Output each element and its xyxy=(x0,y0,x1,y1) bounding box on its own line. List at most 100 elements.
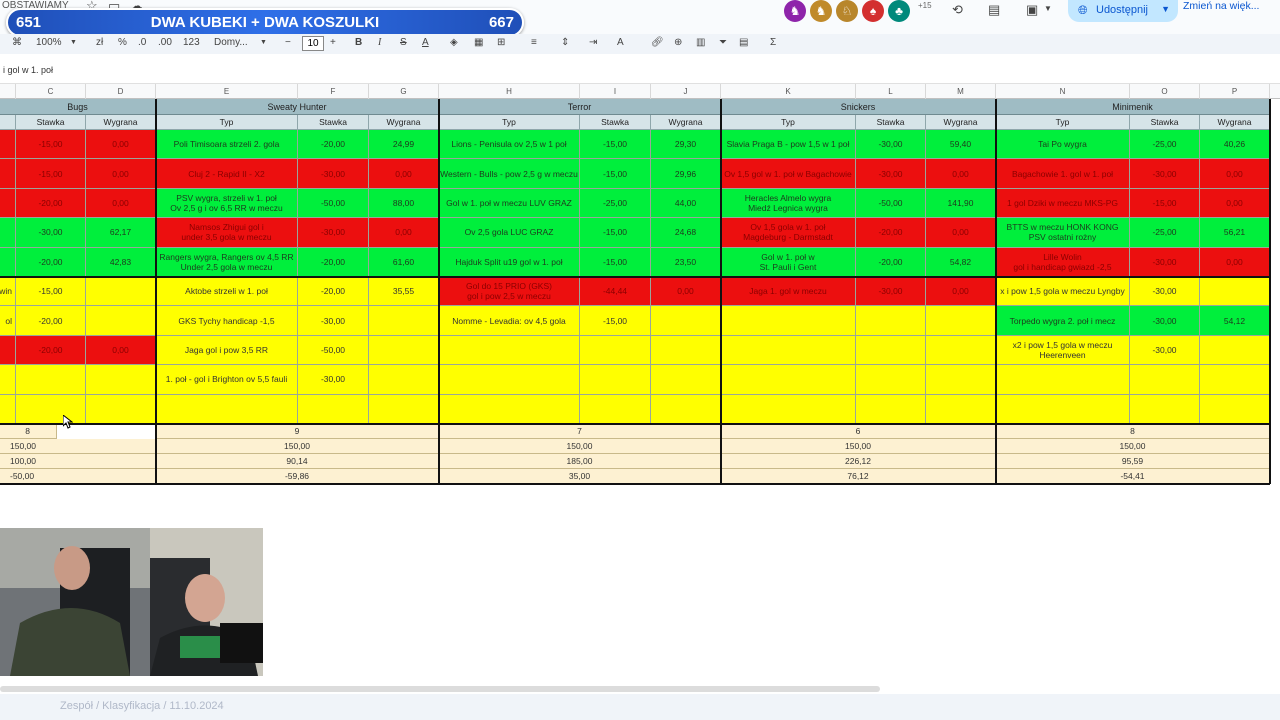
summary-counts-sweaty[interactable]: 9 xyxy=(156,424,439,439)
minimenik-wygrana-cell[interactable] xyxy=(1200,277,1270,307)
insert-comment-icon[interactable]: ⊕ xyxy=(674,37,682,48)
terror-stawka-cell[interactable] xyxy=(580,335,651,366)
terror-stawka-cell[interactable] xyxy=(580,365,651,395)
currency-icon[interactable]: zł xyxy=(96,37,103,48)
sub-header-stawka[interactable]: Stawka xyxy=(856,115,926,130)
chevron-down-icon[interactable]: ▼ xyxy=(1044,4,1052,13)
snickers-typ-cell[interactable]: Gol w 1. poł w St. Pauli i Gent xyxy=(721,247,856,277)
video-call-icon[interactable]: ▣ xyxy=(1026,2,1038,18)
insert-chart-icon[interactable]: ▥ xyxy=(696,37,705,48)
sweaty-wygrana-cell[interactable]: 88,00 xyxy=(369,188,439,219)
sweaty-wygrana-cell[interactable] xyxy=(369,306,439,336)
snickers-wygrana-cell[interactable] xyxy=(926,394,996,424)
terror-stawka-cell[interactable]: -15,00 xyxy=(580,306,651,336)
snickers-stawka-cell[interactable] xyxy=(856,394,926,424)
minimenik-stawka-cell[interactable]: -25,00 xyxy=(1130,130,1200,160)
chevron-down-icon[interactable]: ▼ xyxy=(260,39,267,46)
snickers-typ-cell[interactable] xyxy=(721,335,856,366)
minimenik-wygrana-cell[interactable]: 0,00 xyxy=(1200,159,1270,189)
sweaty-typ-cell[interactable]: 1. poł - gol i Brighton ov 5,5 fauli xyxy=(156,365,298,395)
summary-row-stake-bugs[interactable]: 150,00 xyxy=(0,439,156,454)
snickers-stawka-cell[interactable]: -30,00 xyxy=(856,130,926,160)
summary-row-won-bugs[interactable]: 100,00 xyxy=(0,454,156,469)
minimenik-wygrana-cell[interactable] xyxy=(1200,335,1270,366)
terror-wygrana-cell[interactable]: 23,50 xyxy=(651,247,721,277)
terror-wygrana-cell[interactable] xyxy=(651,335,721,366)
sub-header-typ[interactable]: Typ xyxy=(996,115,1130,130)
minimenik-typ-cell[interactable]: Torpedo wygra 2. poł i mecz xyxy=(996,306,1130,336)
snickers-typ-cell[interactable] xyxy=(721,394,856,424)
number-format-button[interactable]: 123 xyxy=(183,37,200,48)
sweaty-wygrana-cell[interactable]: 0,00 xyxy=(369,159,439,189)
sub-header-stawka[interactable]: Stawka xyxy=(298,115,369,130)
column-header-d[interactable]: D xyxy=(86,84,156,99)
bugs-stawka-cell[interactable]: -30,00 xyxy=(16,218,86,248)
column-header-c[interactable]: C xyxy=(16,84,86,99)
chevron-down-icon[interactable]: ▼ xyxy=(70,39,77,46)
bugs-typ-cell[interactable]: win xyxy=(0,277,16,307)
sweaty-typ-cell[interactable] xyxy=(156,394,298,424)
sweaty-wygrana-cell[interactable] xyxy=(369,335,439,366)
summary-row-won-minimenik[interactable]: 95,59 xyxy=(996,454,1270,469)
sweaty-wygrana-cell[interactable]: 35,55 xyxy=(369,277,439,307)
bugs-typ-cell[interactable] xyxy=(0,335,16,366)
sweaty-typ-cell[interactable]: PSV wygra, strzeli w 1. poł Ov 2,5 g i o… xyxy=(156,188,298,219)
paint-format-icon[interactable]: ⌘ xyxy=(12,37,22,48)
sweaty-stawka-cell[interactable]: -50,00 xyxy=(298,335,369,366)
sweaty-wygrana-cell[interactable] xyxy=(369,394,439,424)
snickers-wygrana-cell[interactable] xyxy=(926,365,996,395)
minimenik-typ-cell[interactable]: Bagachowie 1. gol w 1. poł xyxy=(996,159,1130,189)
snickers-typ-cell[interactable]: Jaga 1. gol w meczu xyxy=(721,277,856,307)
summary-counts-bugs[interactable]: 8 xyxy=(0,424,58,439)
snickers-typ-cell[interactable]: Ov 1,5 gol w 1. poł w Bagachowie xyxy=(721,159,856,189)
merge-cells-icon[interactable]: ⊞ xyxy=(497,37,505,48)
terror-typ-cell[interactable] xyxy=(439,394,580,424)
bugs-stawka-cell[interactable]: -15,00 xyxy=(16,277,86,307)
sweaty-typ-cell[interactable]: Namsos Zhigui gol i under 3,5 gola w mec… xyxy=(156,218,298,248)
avatar[interactable]: ♞ xyxy=(784,0,806,22)
snickers-wygrana-cell[interactable]: 141,90 xyxy=(926,188,996,219)
sub-header-typ[interactable]: Typ xyxy=(156,115,298,130)
terror-typ-cell[interactable] xyxy=(439,365,580,395)
column-header-i[interactable]: I xyxy=(580,84,651,99)
snickers-stawka-cell[interactable]: -20,00 xyxy=(856,218,926,248)
snickers-wygrana-cell[interactable]: 0,00 xyxy=(926,218,996,248)
filter-views-icon[interactable]: ▤ xyxy=(739,37,748,48)
minimenik-wygrana-cell[interactable] xyxy=(1200,365,1270,395)
terror-stawka-cell[interactable]: -15,00 xyxy=(580,247,651,277)
avatar[interactable]: ♞ xyxy=(810,0,832,22)
team-header-sweaty[interactable]: Sweaty Hunter xyxy=(156,99,439,115)
sweaty-stawka-cell[interactable]: -30,00 xyxy=(298,306,369,336)
bugs-stawka-cell[interactable]: -20,00 xyxy=(16,188,86,219)
decrease-decimals-button[interactable]: .0 xyxy=(138,37,146,48)
filter-icon[interactable]: ⏷ xyxy=(719,37,727,48)
horizontal-align-icon[interactable]: ≡ xyxy=(531,37,537,48)
functions-button[interactable]: Σ xyxy=(770,37,776,48)
minimenik-stawka-cell[interactable]: -30,00 xyxy=(1130,247,1200,277)
comment-icon[interactable]: ▤ xyxy=(988,2,1000,18)
column-header-g[interactable]: G xyxy=(369,84,439,99)
avatar[interactable]: ♠ xyxy=(862,0,884,22)
sweaty-stawka-cell[interactable]: -30,00 xyxy=(298,159,369,189)
bugs-wygrana-cell[interactable]: 0,00 xyxy=(86,335,156,366)
column-header-n[interactable]: N xyxy=(996,84,1130,99)
minimenik-typ-cell[interactable]: x i pow 1,5 gola w meczu Lyngby xyxy=(996,277,1130,307)
avatar[interactable]: ♣ xyxy=(888,0,910,22)
summary-row-stake-snickers[interactable]: 150,00 xyxy=(721,439,996,454)
sweaty-typ-cell[interactable]: Poli Timisoara strzeli 2. gola xyxy=(156,130,298,160)
bugs-typ-cell[interactable] xyxy=(0,247,16,277)
minimenik-typ-cell[interactable]: x2 i pow 1,5 gola w meczu Heerenveen xyxy=(996,335,1130,366)
sub-header-typ[interactable]: Typ xyxy=(439,115,580,130)
column-header-o[interactable]: O xyxy=(1130,84,1200,99)
bugs-wygrana-cell[interactable]: 0,00 xyxy=(86,130,156,160)
minimenik-typ-cell[interactable]: Tai Po wygra xyxy=(996,130,1130,160)
sweaty-stawka-cell[interactable]: -30,00 xyxy=(298,218,369,248)
vertical-align-icon[interactable]: ⇕ xyxy=(561,37,569,48)
bugs-typ-cell[interactable] xyxy=(0,394,16,424)
snickers-stawka-cell[interactable] xyxy=(856,306,926,336)
summary-row-stake-sweaty[interactable]: 150,00 xyxy=(156,439,439,454)
snickers-stawka-cell[interactable] xyxy=(856,335,926,366)
sweaty-typ-cell[interactable]: Cluj 2 - Rapid II - X2 xyxy=(156,159,298,189)
terror-wygrana-cell[interactable]: 29,96 xyxy=(651,159,721,189)
sub-header-wygrana[interactable]: Wygrana xyxy=(369,115,439,130)
